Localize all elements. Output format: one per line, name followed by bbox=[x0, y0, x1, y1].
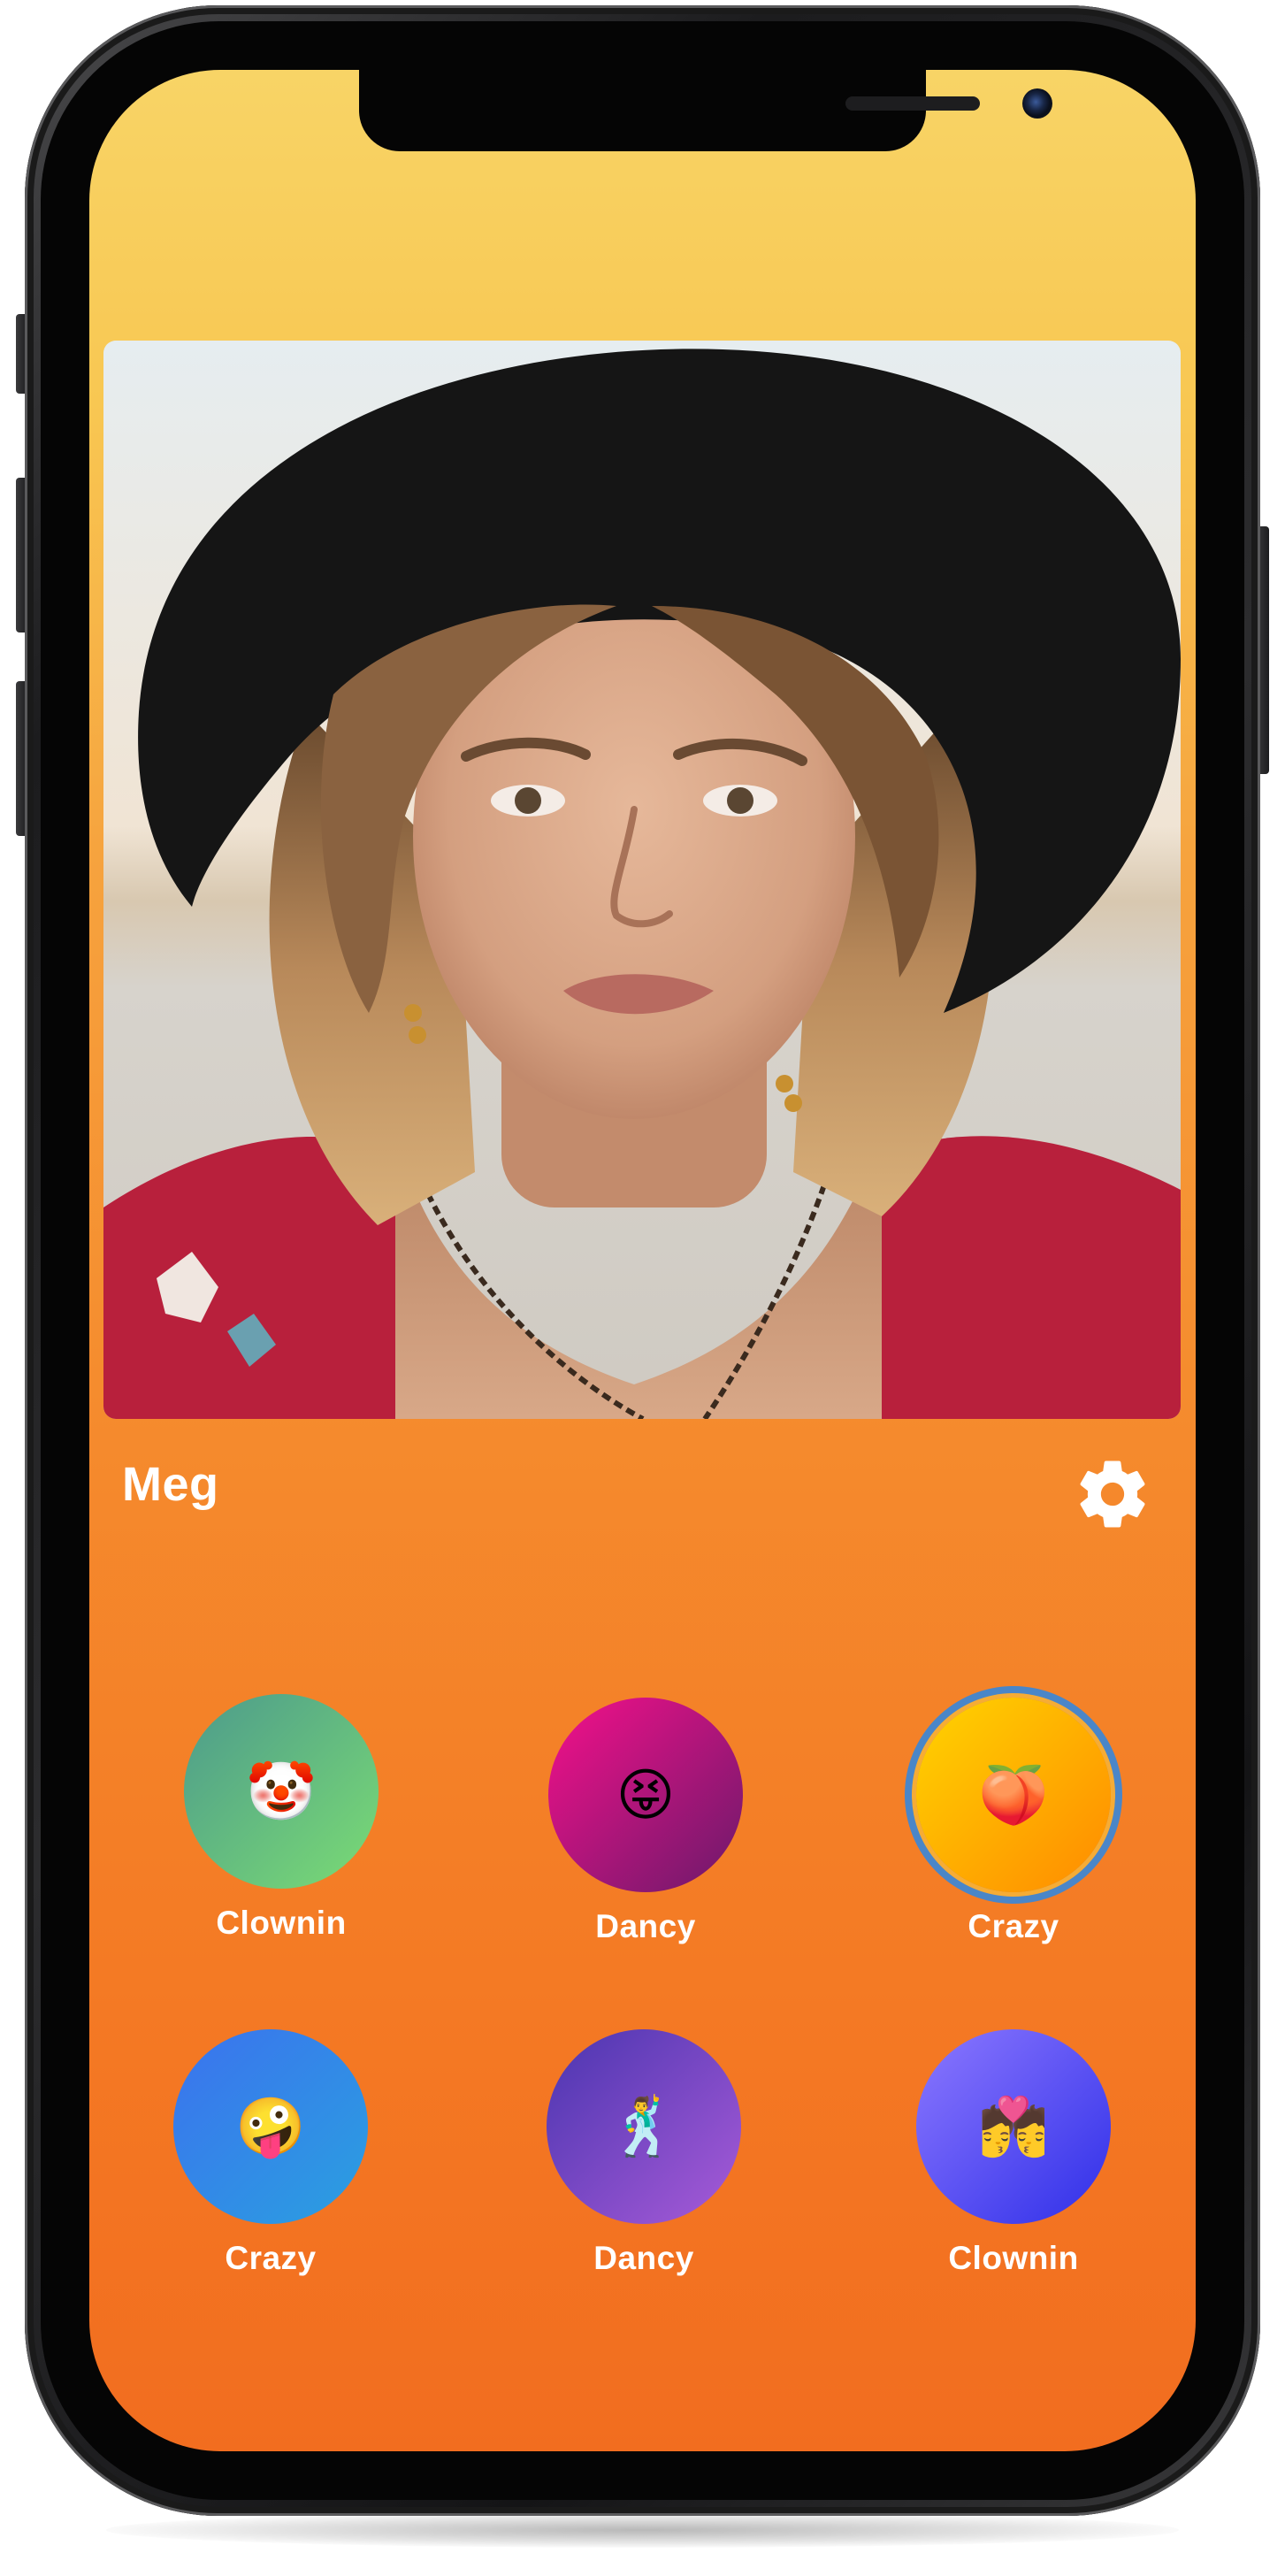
peach-icon: 🍑 bbox=[978, 1763, 1049, 1827]
settings-button[interactable] bbox=[1073, 1454, 1152, 1534]
mood-label: Crazy bbox=[225, 2240, 317, 2276]
mood-option[interactable]: 😝 Dancy bbox=[517, 1698, 774, 1954]
mood-label: Clownin bbox=[948, 2240, 1079, 2276]
mood-circle[interactable]: 🤪 bbox=[173, 2029, 368, 2224]
zany-face-icon: 🤪 bbox=[235, 2095, 306, 2158]
mood-option[interactable]: 🕺 Dancy bbox=[516, 2029, 772, 2286]
mood-option[interactable]: 🤪 Crazy bbox=[142, 2029, 399, 2286]
mood-label: Crazy bbox=[968, 1908, 1059, 1944]
mood-option[interactable]: 🍑 Crazy bbox=[885, 1698, 1142, 1954]
mood-label: Clownin bbox=[216, 1905, 347, 1941]
mood-circle[interactable]: 😝 bbox=[548, 1698, 743, 1892]
mood-circle[interactable]: 🕺 bbox=[547, 2029, 741, 2224]
man-dancing-icon: 🕺 bbox=[608, 2095, 679, 2158]
device-mockup: Meg 🤡 Clownin 😝 Dancy 🍑 Crazy 🤪 Crazy 🕺 … bbox=[0, 0, 1285, 2576]
device-notch bbox=[359, 70, 1052, 151]
mood-option[interactable]: 💏 Clownin bbox=[885, 2029, 1142, 2286]
clown-icon: 🤡 bbox=[246, 1760, 317, 1823]
device-shadow bbox=[106, 2512, 1179, 2548]
app-screen: Meg 🤡 Clownin 😝 Dancy 🍑 Crazy 🤪 Crazy 🕺 … bbox=[89, 70, 1196, 2451]
mood-circle[interactable]: 🤡 bbox=[184, 1694, 379, 1889]
mood-label: Dancy bbox=[593, 2240, 694, 2276]
earpiece-speaker bbox=[845, 96, 980, 111]
profile-photo[interactable] bbox=[103, 341, 1181, 1419]
squinting-tongue-icon: 😝 bbox=[616, 1763, 676, 1827]
mood-circle[interactable]: 🍑 bbox=[916, 1698, 1111, 1892]
mood-circle[interactable]: 💏 bbox=[916, 2029, 1111, 2224]
mood-label: Dancy bbox=[595, 1908, 696, 1944]
couple-kiss-icon: 💏 bbox=[978, 2095, 1049, 2158]
gear-icon bbox=[1080, 1460, 1145, 1528]
portrait-illustration bbox=[103, 341, 1181, 1419]
profile-name: Meg bbox=[122, 1458, 219, 1511]
front-camera bbox=[1022, 88, 1052, 119]
mood-option[interactable]: 🤡 Clownin bbox=[153, 1694, 409, 1951]
